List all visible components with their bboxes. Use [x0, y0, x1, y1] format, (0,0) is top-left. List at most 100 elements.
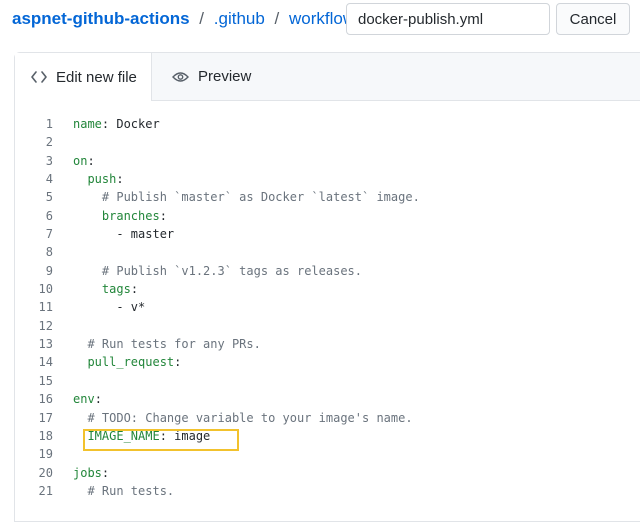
- yaml-key: branches: [101, 208, 160, 223]
- yaml-key: IMAGE_NAME: [87, 428, 160, 443]
- line-number: 5: [45, 190, 53, 205]
- line-number: 9: [45, 263, 53, 278]
- code-line-text: branches:: [73, 207, 167, 225]
- yaml-comment: # Run tests.: [87, 483, 175, 498]
- code-line: 4 push:: [15, 170, 640, 188]
- yaml-value: - master: [116, 227, 175, 242]
- yaml-key: tags: [101, 282, 131, 297]
- code-line-text: # Run tests.: [73, 482, 174, 500]
- line-number: 20: [38, 465, 53, 480]
- breadcrumb: aspnet-github-actions / .github / workfl…: [12, 7, 383, 31]
- breadcrumb-repo-link[interactable]: aspnet-github-actions: [12, 9, 190, 28]
- tab-preview-label: Preview: [198, 68, 252, 85]
- code-line: 7 - master: [15, 225, 640, 243]
- yaml-key: on: [73, 153, 88, 168]
- yaml-value: :: [159, 208, 167, 223]
- breadcrumb-github-folder-link[interactable]: .github: [214, 9, 265, 28]
- code-line-text: - master: [73, 225, 174, 243]
- code-line: 9 # Publish `v1.2.3` tags as releases.: [15, 262, 640, 280]
- yaml-value: :: [87, 153, 95, 168]
- yaml-key: push: [87, 172, 117, 187]
- code-line-text: on:: [73, 152, 95, 170]
- line-number: 16: [38, 392, 53, 407]
- yaml-value: : image: [159, 428, 211, 443]
- code-line: 15: [15, 372, 640, 390]
- line-number: 7: [45, 227, 53, 242]
- code-line: 18 IMAGE_NAME: image: [15, 427, 640, 445]
- code-line-text: # Publish `master` as Docker `latest` im…: [73, 188, 420, 206]
- line-number: 18: [38, 428, 53, 443]
- yaml-comment: # Publish `v1.2.3` tags as releases.: [101, 263, 362, 278]
- code-line: 13 # Run tests for any PRs.: [15, 335, 640, 353]
- yaml-key: pull_request: [87, 355, 175, 370]
- code-line: 2: [15, 133, 640, 151]
- code-line: 21 # Run tests.: [15, 482, 640, 500]
- code-line: 19: [15, 445, 640, 463]
- code-line: 1 name: Docker: [15, 115, 640, 133]
- editor-tab-bar: Edit new file Preview: [15, 53, 640, 101]
- line-number: 12: [38, 318, 53, 333]
- yaml-value: :: [130, 282, 139, 297]
- code-line: 16 env:: [15, 390, 640, 408]
- code-editor[interactable]: 1 name: Docker 2 3 on: 4 push: 5 # Publish `ma…: [15, 115, 640, 500]
- line-number: 8: [45, 245, 53, 260]
- code-line-text: # Run tests for any PRs.: [73, 335, 261, 353]
- code-line-text: env:: [73, 390, 102, 408]
- yaml-comment: # TODO: Change variable to your image's …: [87, 410, 413, 425]
- yaml-value: :: [101, 465, 110, 480]
- breadcrumb-separator: /: [274, 9, 280, 28]
- yaml-value: :: [174, 355, 182, 370]
- code-line-text: jobs:: [73, 464, 109, 482]
- line-number: 21: [38, 483, 53, 498]
- file-path-bar: aspnet-github-actions / .github / workfl…: [0, 0, 640, 40]
- breadcrumb-separator: /: [199, 9, 205, 28]
- line-number: 6: [45, 208, 53, 223]
- yaml-comment: # Publish `master` as Docker `latest` im…: [101, 190, 420, 205]
- eye-icon: [172, 71, 189, 83]
- code-line: 5 # Publish `master` as Docker `latest` …: [15, 188, 640, 206]
- line-number: 15: [38, 373, 53, 388]
- line-number: 11: [38, 300, 53, 315]
- line-number: 13: [38, 337, 53, 352]
- tab-preview[interactable]: Preview: [172, 53, 282, 100]
- code-line: 12: [15, 317, 640, 335]
- line-number: 2: [45, 135, 53, 150]
- code-line-text: push:: [73, 170, 124, 188]
- yaml-value: :: [116, 172, 124, 187]
- code-line-text: # Publish `v1.2.3` tags as releases.: [73, 262, 362, 280]
- yaml-comment: # Run tests for any PRs.: [87, 337, 261, 352]
- code-line: 17 # TODO: Change variable to your image…: [15, 409, 640, 427]
- tab-edit-new-file[interactable]: Edit new file: [15, 53, 152, 101]
- code-line-text: tags:: [73, 280, 138, 298]
- file-editor: Edit new file Preview 1 name: Docker 2 3 on:…: [14, 52, 640, 522]
- code-line: 3 on:: [15, 152, 640, 170]
- filename-input[interactable]: [346, 3, 550, 35]
- code-icon: [31, 71, 47, 83]
- line-number: 1: [45, 117, 53, 131]
- line-number: 17: [38, 410, 53, 425]
- code-line-text: name: Docker: [73, 115, 160, 133]
- code-line: 10 tags:: [15, 280, 640, 298]
- code-line-text: - v*: [73, 298, 145, 316]
- code-line: 11 - v*: [15, 298, 640, 316]
- code-line: 6 branches:: [15, 207, 640, 225]
- line-number: 14: [38, 355, 53, 370]
- cancel-button[interactable]: Cancel: [556, 3, 630, 35]
- yaml-key: jobs: [73, 465, 102, 480]
- code-line-text: IMAGE_NAME: image: [73, 427, 210, 445]
- code-line: 20 jobs:: [15, 464, 640, 482]
- tab-edit-label: Edit new file: [56, 68, 137, 86]
- yaml-value: :: [94, 392, 102, 407]
- code-line: 8: [15, 243, 640, 261]
